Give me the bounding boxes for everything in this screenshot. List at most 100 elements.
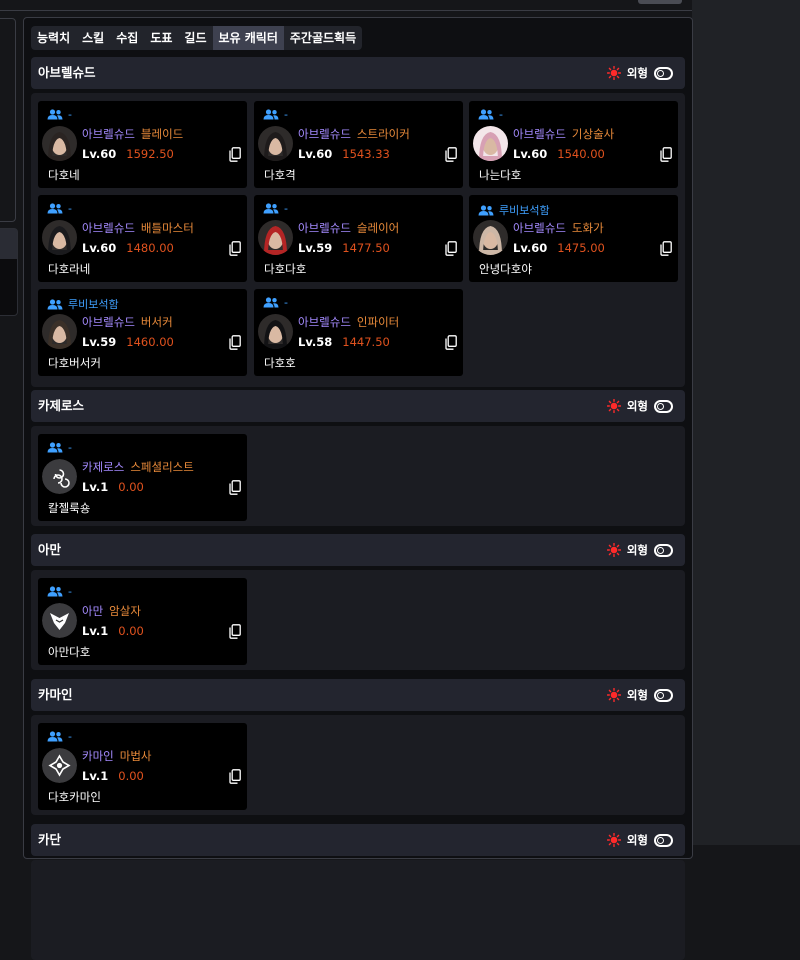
character-server: 아브렐슈드 [82,221,135,235]
character-nickname[interactable]: 칼젤룩숑 [48,500,90,516]
character-server: 카제로스 [82,460,125,474]
class-line: 아만 암살자 [82,603,141,619]
item-level: 1460.00 [126,335,174,349]
guild-name[interactable]: - [284,202,288,215]
guild-name[interactable]: - [68,441,72,454]
guild-name[interactable]: - [284,108,288,121]
character-nickname[interactable]: 다호카마인 [48,789,101,805]
character-level: Lv.59 [298,241,333,255]
tab-guild[interactable]: 길드 [178,26,212,50]
sun-icon [606,66,621,80]
character-grid: - 카마인 마법사 Lv.1 0.00 다호카마인 [31,715,685,815]
appearance-label: 외형 [626,688,648,702]
guild-row: - [47,730,72,743]
top-bar [0,0,692,11]
character-nickname[interactable]: 다호라네 [48,261,90,277]
character-grid: - 카제로스 스페셜리스트 Lv.1 0.00 칼젤룩숑 [31,426,685,526]
character-class: 인파이터 [356,315,400,329]
character-card[interactable]: - 아브렐슈드 인파이터 Lv.58 1447.50 다호호 [254,289,463,376]
copy-icon[interactable] [229,624,241,639]
item-level: 0.00 [118,624,144,638]
left-panel-secondary [0,228,18,316]
guild-name[interactable]: - [284,296,288,309]
character-nickname[interactable]: 다호네 [48,167,80,183]
tab-stats[interactable]: 능력치 [31,26,76,50]
character-nickname[interactable]: 다호호 [264,355,296,371]
copy-icon[interactable] [229,480,241,495]
class-line: 아브렐슈드 버서커 [82,314,173,330]
users-icon [47,109,63,120]
character-card[interactable]: - 아브렐슈드 블레이드 Lv.60 1592.50 다호네 [38,101,247,188]
guild-name[interactable]: - [68,585,72,598]
copy-icon[interactable] [229,335,241,350]
character-nickname[interactable]: 다호버서커 [48,355,101,371]
guild-name[interactable]: - [68,730,72,743]
character-nickname[interactable]: 아만다호 [48,644,90,660]
copy-icon[interactable] [229,769,241,784]
copy-icon[interactable] [229,241,241,256]
copy-icon[interactable] [445,241,457,256]
appearance-toggle[interactable] [654,688,673,702]
guild-name[interactable]: - [68,202,72,215]
character-card[interactable]: - 카제로스 스페셜리스트 Lv.1 0.00 칼젤룩숑 [38,434,247,521]
guild-name[interactable]: 루비보석함 [499,202,550,218]
character-level: Lv.1 [82,769,109,783]
sun-icon [606,543,621,557]
server-header: 아만 외형 [31,534,685,566]
tab-skills[interactable]: 스킬 [76,26,110,50]
copy-icon[interactable] [660,147,672,162]
character-server: 아브렐슈드 [298,315,351,329]
character-class: 슬레이어 [356,221,400,235]
tab-weekly-gold[interactable]: 주간골드획득 [284,26,362,50]
character-card[interactable]: - 아브렐슈드 기상술사 Lv.60 1540.00 나는다호 [469,101,678,188]
character-server: 아브렐슈드 [82,315,135,329]
class-line: 아브렐슈드 슬레이어 [298,220,399,236]
appearance-toggle[interactable] [654,66,673,80]
character-nickname[interactable]: 다호다호 [264,261,306,277]
guild-row: 루비보석함 [47,296,119,312]
level-line: Lv.59 1460.00 [82,335,174,349]
item-level: 1475.00 [557,241,605,255]
character-class: 마법사 [119,749,152,763]
level-line: Lv.60 1540.00 [513,147,605,161]
character-class: 버서커 [140,315,173,329]
top-bar-button[interactable] [638,0,682,4]
portrait-dark-hair-icon [258,126,293,161]
character-nickname[interactable]: 다호격 [264,167,296,183]
appearance-toggle[interactable] [654,399,673,413]
copy-icon[interactable] [445,147,457,162]
tab-owned-characters[interactable]: 보유 캐릭터 [212,26,284,50]
character-card[interactable]: - 아만 암살자 Lv.1 0.00 아만다호 [38,578,247,665]
guild-row: 루비보석함 [478,202,550,218]
portrait-light-hair-icon [473,220,508,255]
item-level: 1540.00 [557,147,605,161]
character-card[interactable]: 루비보석함아브렐슈드 버서커 Lv.59 1460.00 다호버서커 [38,289,247,376]
class-line: 아브렐슈드 블레이드 [82,126,183,142]
character-card[interactable]: - 카마인 마법사 Lv.1 0.00 다호카마인 [38,723,247,810]
server-name: 카제로스 [38,398,85,413]
character-card[interactable]: - 아브렐슈드 슬레이어 Lv.59 1477.50 다호다호 [254,195,463,282]
guild-name[interactable]: 루비보석함 [68,296,119,312]
guild-name[interactable]: - [68,108,72,121]
tab-collection[interactable]: 수집 [110,26,144,50]
server-name: 아브렐슈드 [38,65,96,80]
character-level: Lv.60 [513,241,548,255]
copy-icon[interactable] [445,335,457,350]
character-card[interactable]: - 아브렐슈드 배틀마스터 Lv.60 1480.00 다호라네 [38,195,247,282]
character-nickname[interactable]: 안녕다호야 [479,261,532,277]
level-line: Lv.1 0.00 [82,769,144,783]
users-icon [478,109,494,120]
appearance-toggle-group: 외형 [606,679,673,711]
character-nickname[interactable]: 나는다호 [479,167,521,183]
appearance-toggle-group: 외형 [606,390,673,422]
copy-icon[interactable] [229,147,241,162]
character-card[interactable]: 루비보석함 아브렐슈드 도화가 Lv.60 1475.00 안녕다호야 [469,195,678,282]
server-section: 카마인 외형 - 카마인 마법사 Lv.1 0.00 다호카마인 [31,679,685,815]
users-icon [47,586,63,597]
copy-icon[interactable] [660,241,672,256]
character-card[interactable]: - 아브렐슈드 스트라이커 Lv.60 1543.33 다호격 [254,101,463,188]
appearance-toggle[interactable] [654,543,673,557]
tab-charts[interactable]: 도표 [144,26,178,50]
guild-name[interactable]: - [499,108,503,121]
server-name: 아만 [38,542,62,557]
